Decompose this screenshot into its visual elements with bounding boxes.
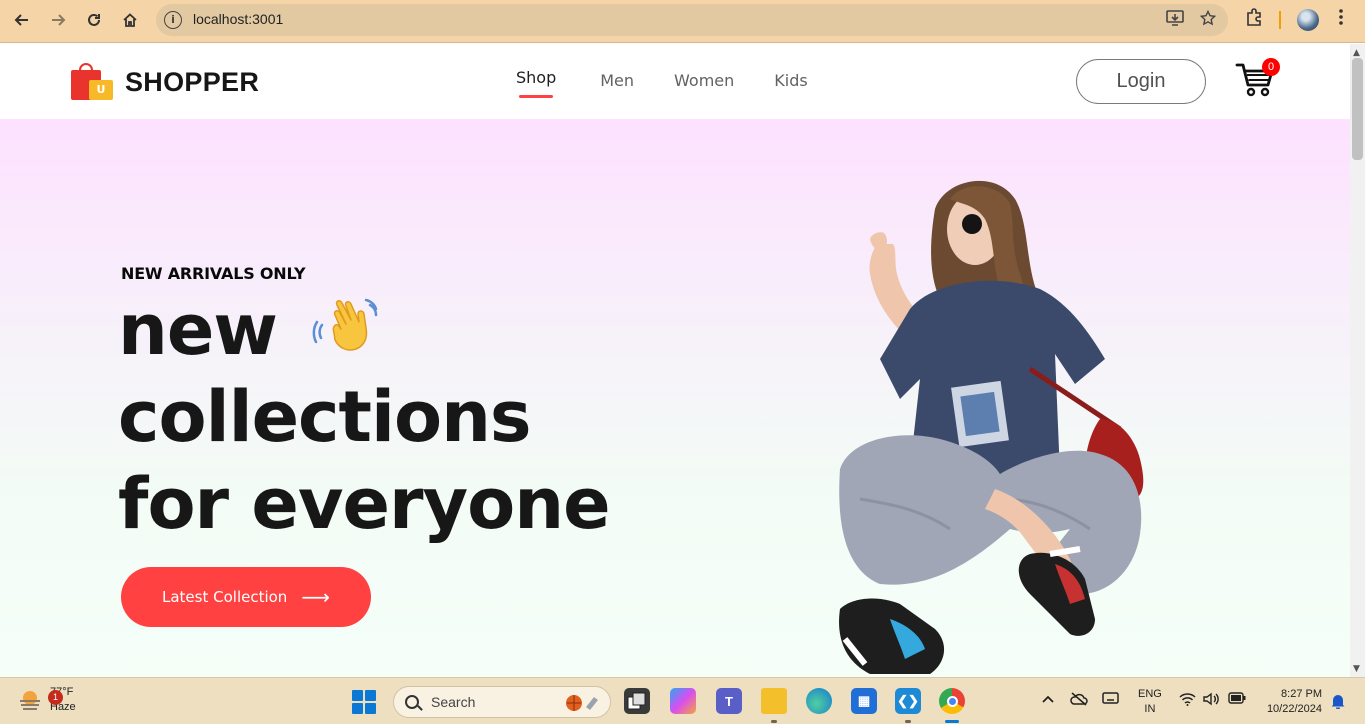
weather-alert-badge: 1 bbox=[48, 690, 63, 705]
task-view-icon[interactable] bbox=[624, 688, 650, 714]
page-scrollbar[interactable]: ▲ ▼ bbox=[1350, 44, 1365, 677]
back-icon[interactable] bbox=[9, 7, 35, 33]
chrome-icon[interactable] bbox=[939, 688, 965, 714]
bookmark-star-icon[interactable] bbox=[1199, 9, 1217, 30]
running-indicator bbox=[771, 720, 777, 723]
display-icon[interactable] bbox=[1102, 692, 1119, 710]
browser-toolbar: i localhost:3001 bbox=[0, 0, 1365, 43]
main-menu: Shop Men Women Kids bbox=[516, 68, 808, 98]
search-highlight-icon bbox=[564, 693, 600, 713]
windows-start-icon[interactable] bbox=[352, 690, 376, 714]
latest-collection-button[interactable]: Latest Collection ⟶ bbox=[121, 567, 371, 627]
arrow-right-icon: ⟶ bbox=[301, 585, 330, 609]
system-clock[interactable]: 8:27 PM 10/22/2024 bbox=[1258, 687, 1322, 717]
profile-avatar-icon[interactable] bbox=[1297, 9, 1319, 31]
teams-icon[interactable]: T bbox=[716, 688, 742, 714]
forward-icon[interactable] bbox=[45, 7, 71, 33]
scroll-up-icon[interactable]: ▲ bbox=[1353, 48, 1360, 58]
brand-name: SHOPPER bbox=[125, 66, 260, 97]
hero-title-line-3: for everyone bbox=[118, 463, 611, 545]
menu-item-women[interactable]: Women bbox=[674, 68, 734, 90]
menu-dots-icon[interactable] bbox=[1338, 8, 1344, 31]
notification-bell-icon[interactable] bbox=[1331, 693, 1345, 710]
active-app-indicator bbox=[945, 720, 959, 723]
menu-item-shop[interactable]: Shop bbox=[516, 68, 556, 98]
scroll-thumb[interactable] bbox=[1352, 58, 1363, 160]
hero-eyebrow: NEW ARRIVALS ONLY bbox=[121, 264, 306, 283]
vscode-icon[interactable]: ❮❯ bbox=[895, 688, 921, 714]
login-button[interactable]: Login bbox=[1076, 59, 1206, 104]
search-icon bbox=[405, 695, 419, 709]
weather-icon bbox=[18, 689, 42, 711]
cta-label: Latest Collection bbox=[162, 588, 288, 606]
wifi-icon[interactable] bbox=[1179, 692, 1196, 710]
os-taskbar: 1 77°F Haze Search T ▦ ❮❯ ENG IN 8:27 PM… bbox=[0, 677, 1365, 724]
hero-model-image bbox=[800, 169, 1200, 677]
hero-title-line-1: new bbox=[118, 289, 278, 371]
file-explorer-icon[interactable] bbox=[761, 688, 787, 714]
hero-section: NEW ARRIVALS ONLY new collections for ev… bbox=[0, 119, 1350, 677]
clock-date: 10/22/2024 bbox=[1266, 703, 1322, 715]
brand-logo[interactable]: U SHOPPER bbox=[70, 62, 259, 102]
toolbar-separator bbox=[1279, 11, 1281, 29]
menu-item-kids[interactable]: Kids bbox=[774, 68, 807, 90]
store-icon[interactable]: ▦ bbox=[851, 688, 877, 714]
menu-item-men[interactable]: Men bbox=[600, 68, 634, 90]
home-icon[interactable] bbox=[117, 7, 143, 33]
reload-icon[interactable] bbox=[81, 7, 107, 33]
edge-icon[interactable] bbox=[806, 688, 832, 714]
taskbar-search[interactable]: Search bbox=[393, 686, 611, 718]
battery-icon[interactable] bbox=[1228, 692, 1246, 708]
active-menu-indicator bbox=[519, 95, 553, 98]
install-icon[interactable] bbox=[1166, 10, 1184, 30]
url-text[interactable]: localhost:3001 bbox=[193, 11, 283, 27]
cart-count-badge: 0 bbox=[1262, 58, 1280, 76]
chevron-up-icon[interactable] bbox=[1042, 692, 1054, 708]
extensions-icon[interactable] bbox=[1245, 8, 1263, 31]
shopping-bag-icon: U bbox=[70, 62, 114, 102]
site-info-icon[interactable]: i bbox=[164, 11, 182, 29]
site-navbar: U SHOPPER Shop Men Women Kids Login bbox=[0, 44, 1350, 119]
clock-time: 8:27 PM bbox=[1281, 688, 1322, 700]
address-bar[interactable]: i localhost:3001 bbox=[156, 4, 1228, 36]
search-placeholder: Search bbox=[431, 694, 476, 710]
language-indicator[interactable]: ENG IN bbox=[1138, 687, 1162, 717]
onedrive-icon[interactable] bbox=[1070, 692, 1088, 710]
weather-widget[interactable]: 1 77°F Haze bbox=[18, 685, 76, 715]
copilot-icon[interactable] bbox=[670, 688, 696, 714]
hero-title-line-2: collections bbox=[118, 376, 532, 458]
scroll-down-icon[interactable]: ▼ bbox=[1353, 664, 1360, 674]
running-indicator bbox=[905, 720, 911, 723]
volume-icon[interactable] bbox=[1203, 692, 1220, 710]
wave-hand-icon bbox=[312, 295, 380, 361]
